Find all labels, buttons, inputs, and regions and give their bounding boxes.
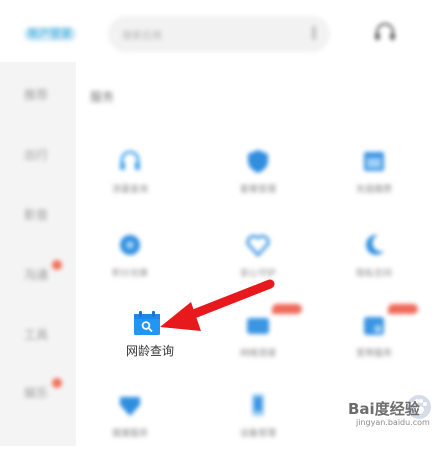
sidebar-item-label: 影音 [24, 208, 49, 222]
brand-label: 账户管家 [28, 27, 72, 40]
heart-icon [246, 234, 270, 257]
sidebar-item-1[interactable]: 出行 [0, 140, 76, 170]
watermark-url: jingyan.baidu.com [356, 418, 430, 427]
service-tile[interactable]: 流量查询 [80, 148, 180, 208]
calendar-icon [364, 152, 384, 171]
baidu-watermark: Bai度经验 jingyan.baidu.com [346, 388, 440, 446]
heart-icon [120, 397, 140, 416]
mic-icon[interactable] [312, 26, 316, 40]
shield-icon [248, 150, 268, 173]
app-header: 账户管家 搜索应用 [0, 0, 440, 62]
hot-badge [272, 304, 302, 314]
service-tile[interactable]: 隐私空间 [324, 232, 424, 292]
search-placeholder: 搜索应用 [122, 31, 162, 42]
sidebar-item-5[interactable]: 娱乐 [0, 378, 76, 408]
sidebar-item-0[interactable]: 推荐 [0, 80, 76, 110]
headset-icon[interactable] [372, 20, 398, 46]
service-tile[interactable]: 宽带服务 [324, 304, 424, 372]
category-sidebar: 推荐 出行 影音 沟通 工具 娱乐 [0, 62, 76, 446]
tile-label: 健康服务 [111, 429, 148, 439]
sidebar-item-label: 沟通 [24, 268, 49, 282]
service-tile[interactable]: 健康服务 [80, 392, 180, 452]
tile-label: 宽带服务 [355, 349, 392, 359]
section-title: 服务 [90, 90, 115, 104]
hot-badge [388, 304, 418, 314]
service-tile[interactable]: 网络测速 [208, 304, 308, 372]
sidebar-item-label: 推荐 [24, 88, 49, 102]
tile-label: 隐私空间 [355, 269, 392, 279]
tile-label: 流量查询 [111, 185, 148, 195]
sidebar-item-4[interactable]: 工具 [0, 320, 76, 350]
sidebar-item-2[interactable]: 影音 [0, 200, 76, 230]
watermark-text: Bai度经验 [348, 400, 420, 418]
cloud-icon [364, 317, 384, 335]
tile-label: 积分兑换 [111, 269, 148, 279]
sidebar-item-label: 工具 [24, 328, 49, 342]
notification-dot [52, 378, 62, 388]
wifi-icon [247, 318, 269, 334]
notification-dot [52, 260, 62, 270]
sidebar-item-label: 出行 [24, 148, 49, 162]
service-tile[interactable]: 设备管理 [208, 392, 308, 452]
tile-label: 安心守护 [239, 269, 276, 279]
tile-label: 设备管理 [239, 429, 276, 439]
moon-icon [366, 234, 384, 255]
phone-icon [252, 394, 264, 416]
gear-icon [120, 235, 140, 255]
service-tile[interactable]: 套餐管理 [208, 148, 308, 208]
service-tile[interactable]: 安心守护 [208, 232, 308, 292]
tile-label: 充值缴费 [355, 185, 392, 195]
service-tile[interactable]: 积分兑换 [80, 232, 180, 292]
sidebar-item-label: 娱乐 [24, 386, 49, 400]
tile-label: 套餐管理 [239, 185, 276, 195]
tile-label: 网络测速 [239, 349, 276, 359]
sidebar-item-3[interactable]: 沟通 [0, 260, 76, 290]
calendar-search-icon [134, 311, 160, 335]
age-query-label: 网龄查询 [125, 344, 174, 358]
age-query-tile[interactable]: 网龄查询 [110, 308, 190, 360]
service-tile[interactable]: 充值缴费 [324, 148, 424, 208]
headset-icon [120, 150, 140, 170]
search-input[interactable]: 搜索应用 [108, 16, 330, 52]
